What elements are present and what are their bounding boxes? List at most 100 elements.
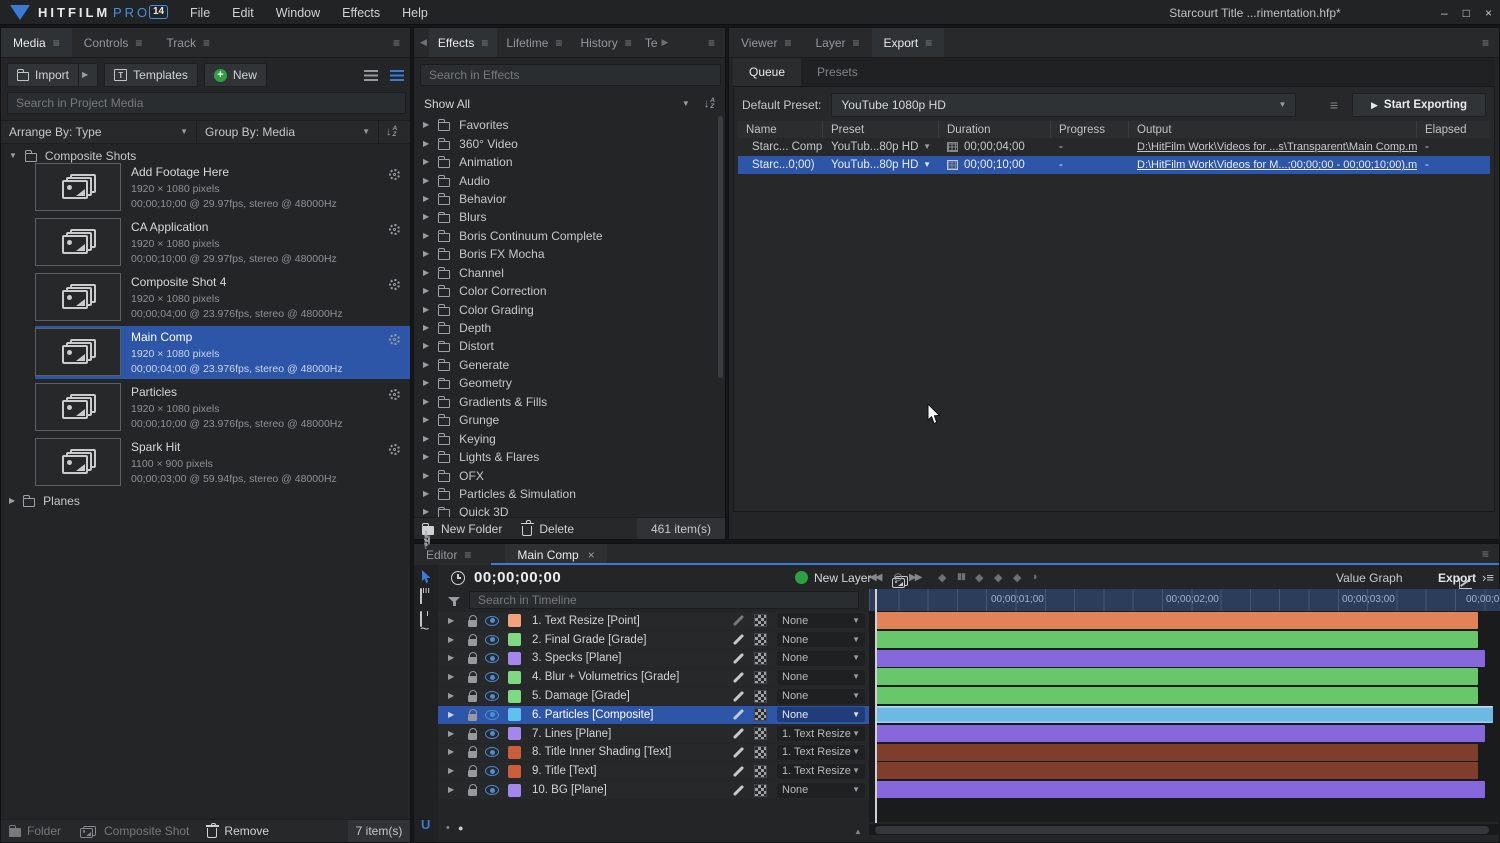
media-item-particles[interactable]: Particles1920 × 1080 pixels00;00;10;00 @… <box>35 381 410 434</box>
keyframe-mode-icon[interactable]: ◗ <box>1032 571 1039 583</box>
layer-row-3[interactable]: ▶ 3. Specks [Plane] None▼ <box>438 650 869 668</box>
lock-icon[interactable] <box>468 620 477 627</box>
queue-item-output[interactable]: D:\HitFilm Work\Videos for ...s\Transpar… <box>1129 141 1417 153</box>
curve-tool-icon[interactable]: ~ <box>420 621 429 639</box>
effects-search-input[interactable] <box>420 64 721 86</box>
mask-checkerboard-icon[interactable] <box>754 708 767 721</box>
parent-layer-dropdown[interactable]: None▼ <box>777 670 865 685</box>
output-path-link[interactable]: D:\HitFilm Work\Videos for ...s\Transpar… <box>1137 141 1417 153</box>
timeline-clip-bar[interactable] <box>876 650 1485 667</box>
current-timecode[interactable]: 00;00;00;00 <box>474 569 561 586</box>
caret-right-icon[interactable]: ▶ <box>448 730 458 738</box>
layer-row-10[interactable]: ▶ 10. BG [Plane] None▼ <box>438 781 869 799</box>
tab-menu-icon[interactable]: ≡ <box>925 37 932 49</box>
tab-menu-icon[interactable]: ≡ <box>135 37 142 49</box>
tab-viewer[interactable]: Viewer≡ <box>729 28 803 57</box>
tab-controls[interactable]: Controls≡ <box>72 28 155 57</box>
eye-visibility-icon[interactable] <box>485 729 499 739</box>
layer-row-8[interactable]: ▶ 8. Title Inner Shading [Text] 1. Text … <box>438 744 869 762</box>
zoom-dot-large[interactable]: ● <box>458 823 463 833</box>
output-path-link[interactable]: D:\HitFilm Work\Videos for M...;00;00;00… <box>1137 159 1417 171</box>
menu-window[interactable]: Window <box>276 6 320 20</box>
layer-color-swatch[interactable] <box>508 708 521 721</box>
menu-effects[interactable]: Effects <box>342 6 380 20</box>
lock-icon[interactable] <box>468 639 477 646</box>
keyframe-add-icon[interactable]: ◆ <box>975 571 983 584</box>
media-item-add-footage[interactable]: Add Footage Here1920 × 1080 pixels00;00;… <box>35 161 410 214</box>
new-layer-button[interactable]: New Layer <box>814 571 871 585</box>
prev-frame-icon[interactable]: ◀◀ <box>869 572 880 583</box>
effect-folder-channel[interactable]: ▶Channel <box>414 264 721 282</box>
layer-name[interactable]: 9. Title [Text] <box>532 765 732 777</box>
gear-icon[interactable] <box>389 334 400 345</box>
maximize-button[interactable]: □ <box>1463 6 1470 20</box>
layer-color-swatch[interactable] <box>508 614 521 627</box>
column-preset[interactable]: Preset <box>823 121 939 138</box>
caret-right-icon[interactable]: ▶ <box>423 398 429 406</box>
caret-right-icon[interactable]: ▶ <box>448 636 458 644</box>
media-search-input[interactable] <box>7 92 406 114</box>
delete-button[interactable]: Delete <box>522 522 574 536</box>
tab-lifetime[interactable]: Lifetime≡ <box>497 28 571 57</box>
gear-icon[interactable] <box>389 389 400 400</box>
caret-right-icon[interactable]: ▶ <box>423 158 429 166</box>
templates-button[interactable]: T Templates <box>104 63 198 87</box>
playhead[interactable] <box>875 589 877 823</box>
layer-name[interactable]: 1. Text Resize [Point] <box>532 615 732 627</box>
caret-right-icon[interactable]: ▶ <box>423 177 429 185</box>
mask-checkerboard-icon[interactable] <box>754 633 767 646</box>
subtab-presets[interactable]: Presets <box>801 58 874 86</box>
timeline-settings-gear-icon[interactable] <box>424 531 428 549</box>
timeline-ruler[interactable]: 00;00;01;00 00;00;02;00 00;00;03;00 00;0… <box>869 589 1500 611</box>
timeline-clip-bar-selected[interactable] <box>876 706 1493 723</box>
filter-funnel-icon[interactable] <box>448 597 460 603</box>
layer-color-swatch[interactable] <box>508 633 521 646</box>
media-item-ca-application[interactable]: CA Application1920 × 1080 pixels00;00;10… <box>35 216 410 269</box>
layer-row-2[interactable]: ▶ 2. Final Grade [Grade] None▼ <box>438 631 869 649</box>
effect-folder-blurs[interactable]: ▶Blurs <box>414 208 721 226</box>
tab-menu-icon[interactable]: ≡ <box>853 37 860 49</box>
mask-checkerboard-icon[interactable] <box>754 614 767 627</box>
caret-right-icon[interactable]: ▶ <box>448 617 458 625</box>
effect-folder-gradients-fills[interactable]: ▶Gradients & Fills <box>414 393 721 411</box>
layer-row-6[interactable]: ▶ 6. Particles [Composite] None▼ <box>438 706 869 724</box>
timeline-clip-bar[interactable] <box>876 631 1478 648</box>
tab-main-comp[interactable]: Main Comp× <box>505 544 606 565</box>
timeline-clip-bar[interactable] <box>876 781 1485 798</box>
effect-folder-favorites[interactable]: ▶Favorites <box>414 116 721 134</box>
tab-menu-icon[interactable]: ≡ <box>784 37 791 49</box>
lock-icon[interactable] <box>468 770 477 777</box>
lock-icon[interactable] <box>468 733 477 740</box>
effect-folder-grunge[interactable]: ▶Grunge <box>414 411 721 429</box>
menu-edit[interactable]: Edit <box>232 6 254 20</box>
pencil-icon[interactable] <box>733 728 744 739</box>
effect-folder-color-correction[interactable]: ▶Color Correction <box>414 282 721 300</box>
splitter-grip-icon[interactable]: ▲ <box>854 827 862 836</box>
layer-row-5[interactable]: ▶ 5. Damage [Grade] None▼ <box>438 687 869 705</box>
timeline-hscrollbar-thumb[interactable] <box>875 826 1489 834</box>
import-button[interactable]: Import ▶ <box>7 63 98 87</box>
media-item-composite-shot-4[interactable]: Composite Shot 41920 × 1080 pixels00;00;… <box>35 271 410 324</box>
column-output[interactable]: Output <box>1129 121 1417 138</box>
list-view-icon[interactable] <box>364 70 378 81</box>
caret-right-icon[interactable]: ▶ <box>423 232 429 240</box>
eye-visibility-icon[interactable] <box>485 616 499 626</box>
effect-folder-ofx[interactable]: ▶OFX <box>414 466 721 484</box>
effect-folder-particles-simulation[interactable]: ▶Particles & Simulation <box>414 485 721 503</box>
tab-scroll-left-icon[interactable]: ◀ <box>420 37 427 48</box>
tab-menu-icon[interactable]: ≡ <box>464 549 471 561</box>
queue-item-preset-dropdown[interactable]: YouTub...80p HD▼ <box>823 141 939 153</box>
effect-folder-lights-flares[interactable]: ▶Lights & Flares <box>414 448 721 466</box>
caret-right-icon[interactable]: ▶ <box>423 453 429 461</box>
record-icon[interactable]: ⊙ <box>893 570 903 584</box>
timeline-hscrollbar-track[interactable] <box>869 824 1500 835</box>
layer-name[interactable]: 7. Lines [Plane] <box>532 728 732 740</box>
queue-item-output[interactable]: D:\HitFilm Work\Videos for M...;00;00;00… <box>1129 159 1417 171</box>
column-name[interactable]: Name <box>738 121 823 138</box>
group-by-dropdown[interactable]: Group By: Media ▼ <box>197 121 379 143</box>
effect-folder-generate[interactable]: ▶Generate <box>414 356 721 374</box>
parent-layer-dropdown[interactable]: None▼ <box>777 613 865 628</box>
layer-row-4[interactable]: ▶ 4. Blur + Volumetrics [Grade] None▼ <box>438 668 869 686</box>
layer-row-1[interactable]: ▶ 1. Text Resize [Point] None▼ <box>438 612 869 630</box>
layer-color-swatch[interactable] <box>508 727 521 740</box>
